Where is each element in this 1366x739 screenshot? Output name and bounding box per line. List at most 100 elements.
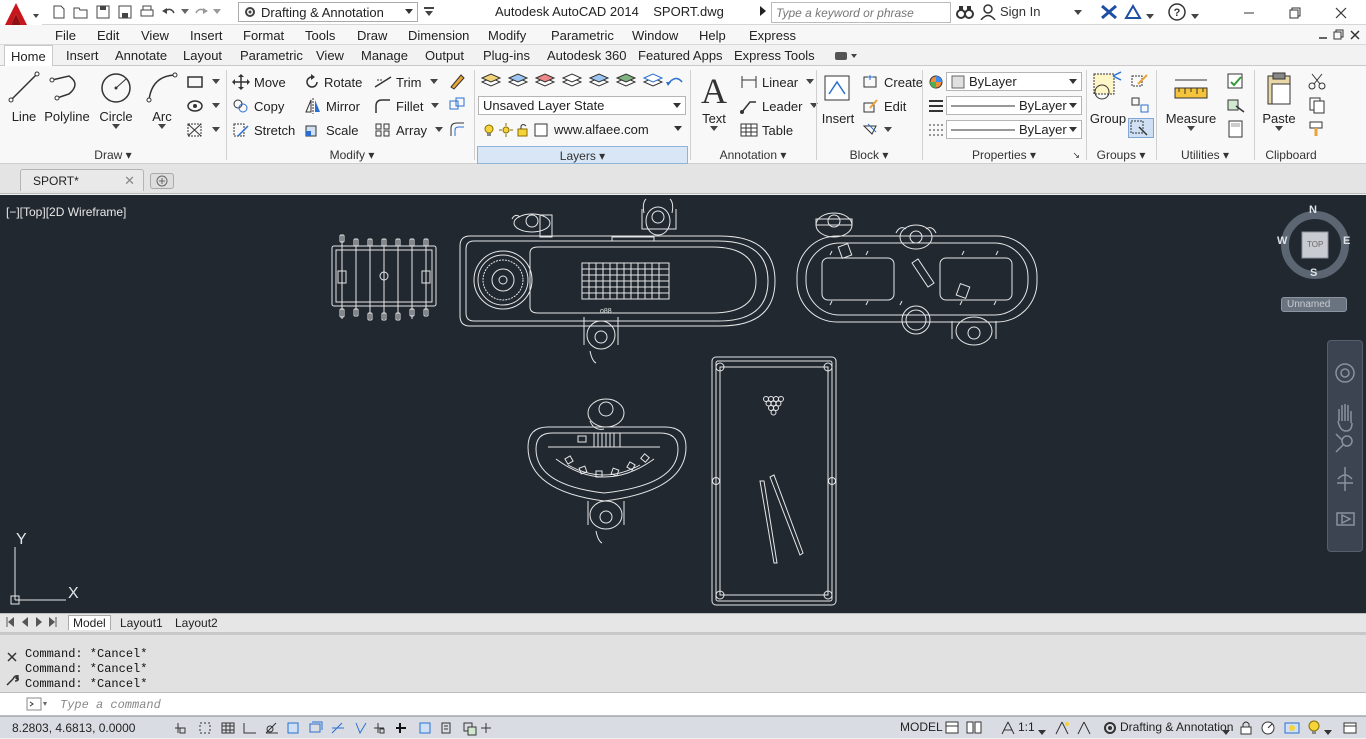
isolate-objects-icon[interactable]	[1284, 720, 1300, 735]
exchange-x-icon[interactable]	[1100, 4, 1118, 23]
offset-button[interactable]	[448, 120, 470, 138]
layout-tab-layout1[interactable]: Layout1	[120, 616, 163, 630]
menu-file[interactable]: File	[55, 28, 76, 43]
properties-panel-title[interactable]: Properties ▾ ↘	[924, 146, 1084, 164]
search-expand-icon[interactable]	[759, 5, 767, 20]
layer-off-icon[interactable]	[534, 72, 560, 90]
autodesk-360-icon[interactable]	[1124, 4, 1142, 23]
compass-north[interactable]: N	[1309, 204, 1317, 216]
roulette-table[interactable]: o88	[459, 198, 776, 364]
ribbon-toggle-icon[interactable]	[834, 50, 858, 65]
menu-insert[interactable]: Insert	[190, 28, 223, 43]
clipboard-panel-title[interactable]: Clipboard	[1256, 146, 1326, 164]
lock-ui-icon[interactable]	[1238, 720, 1254, 735]
save-as-icon[interactable]	[114, 3, 136, 21]
menu-edit[interactable]: Edit	[97, 28, 119, 43]
new-icon[interactable]	[48, 3, 70, 21]
workspace-chevron-icon[interactable]	[1222, 725, 1230, 739]
quick-select-icon[interactable]	[1226, 72, 1250, 90]
trim-dropdown-icon[interactable]	[429, 79, 438, 85]
model-space-toggle[interactable]: MODEL	[900, 720, 943, 734]
menu-modify[interactable]: Modify	[488, 28, 526, 43]
circle-button[interactable]: Circle	[96, 70, 136, 130]
compass-south[interactable]: S	[1310, 267, 1317, 279]
command-input[interactable]: Type a command	[0, 692, 1366, 716]
block-panel-title[interactable]: Block ▾	[818, 146, 920, 164]
menu-help[interactable]: Help	[699, 28, 726, 43]
tab-express-tools[interactable]: Express Tools	[734, 48, 815, 63]
annotation-panel-title[interactable]: Annotation ▾	[692, 146, 814, 164]
explode-button[interactable]	[448, 96, 470, 114]
group-button[interactable]: Group	[1089, 70, 1127, 126]
fillet-button[interactable]: Fillet	[374, 98, 443, 114]
circle-dropdown-icon[interactable]	[112, 124, 120, 130]
layer-match-icon[interactable]	[615, 72, 641, 90]
stretch-button[interactable]: Stretch	[232, 122, 295, 138]
menu-tools[interactable]: Tools	[305, 28, 335, 43]
clean-screen-icon[interactable]	[1342, 720, 1358, 735]
hardware-acceleration-icon[interactable]	[1260, 720, 1276, 735]
new-tab-button[interactable]	[150, 173, 174, 189]
print-icon[interactable]	[136, 3, 158, 21]
craps-table[interactable]	[796, 212, 1038, 346]
rotate-button[interactable]: Rotate	[304, 74, 362, 90]
quick-view-drawings-icon[interactable]	[966, 720, 982, 735]
copy-button[interactable]: Copy	[232, 98, 284, 114]
tab-annotate[interactable]: Annotate	[115, 48, 167, 63]
doc-minimize-icon[interactable]	[1318, 29, 1328, 43]
create-block-button[interactable]: Create	[862, 74, 923, 90]
workspace-switching-dropdown[interactable]: Drafting & Annotation	[1120, 720, 1233, 734]
paste-button[interactable]: Paste	[1258, 70, 1300, 132]
insert-block-button[interactable]: Insert	[820, 70, 856, 126]
foosball-table[interactable]	[331, 234, 437, 321]
compass-west[interactable]: W	[1277, 235, 1287, 247]
last-layout-icon[interactable]	[48, 616, 58, 631]
leader-dropdown-icon[interactable]	[810, 103, 819, 109]
sign-in-button[interactable]: Sign In	[1000, 4, 1040, 19]
tab-view[interactable]: View	[316, 48, 344, 63]
hatch-dropdown-icon[interactable]	[212, 103, 220, 109]
arc-dropdown-icon[interactable]	[158, 124, 166, 130]
sign-in-dropdown-icon[interactable]	[1074, 5, 1082, 19]
undo-icon[interactable]	[158, 3, 180, 21]
layout-tab-model[interactable]: Model	[68, 615, 111, 630]
annotation-scale-dropdown[interactable]: 1:1	[1018, 720, 1035, 734]
restore-icon[interactable]	[1272, 0, 1318, 25]
coordinate-readout[interactable]: 8.2803, 4.6813, 0.0000	[12, 721, 135, 735]
layer-lock-icon[interactable]	[588, 72, 614, 90]
erase-button[interactable]	[448, 72, 470, 90]
cut-icon[interactable]	[1308, 72, 1330, 90]
doc-close-icon[interactable]	[1350, 29, 1360, 43]
workspace-dropdown[interactable]: Drafting & Annotation	[238, 2, 418, 22]
close-command-line-icon[interactable]	[6, 651, 18, 666]
save-icon[interactable]	[92, 3, 114, 21]
viewcube-top-face[interactable]: TOP	[1307, 240, 1323, 249]
minimize-icon[interactable]	[1226, 0, 1272, 25]
attribute-button[interactable]	[862, 122, 896, 138]
arc-button[interactable]: Arc	[142, 70, 182, 130]
document-tab-sport[interactable]: SPORT* ✕	[20, 169, 144, 191]
attribute-dropdown-icon[interactable]	[884, 127, 892, 133]
utilities-panel-title[interactable]: Utilities ▾	[1158, 146, 1252, 164]
tab-featured-apps[interactable]: Featured Apps	[638, 48, 723, 63]
tab-layout[interactable]: Layout	[183, 48, 222, 63]
auto-scale-icon[interactable]	[1076, 720, 1092, 735]
move-button[interactable]: Move	[232, 74, 286, 90]
layout-tab-layout2[interactable]: Layout2	[175, 616, 218, 630]
tab-output[interactable]: Output	[425, 48, 464, 63]
redo-icon[interactable]	[190, 3, 212, 21]
compass-east[interactable]: E	[1343, 235, 1350, 247]
command-settings-icon[interactable]	[5, 673, 20, 690]
leader-button[interactable]: Leader	[740, 98, 822, 114]
menu-express[interactable]: Express	[749, 28, 796, 43]
linear-dropdown-icon[interactable]	[806, 79, 815, 85]
360-dropdown-icon[interactable]	[1146, 9, 1154, 23]
customize-qa-icon[interactable]	[418, 3, 440, 21]
viewcube[interactable]: N S E W TOP	[1277, 204, 1350, 279]
pool-table[interactable]	[711, 356, 837, 606]
search-input[interactable]: Type a keyword or phrase	[771, 2, 951, 23]
annotation-visibility-icon[interactable]	[1054, 720, 1070, 735]
undo-dropdown-icon[interactable]	[180, 3, 190, 21]
menu-window[interactable]: Window	[632, 28, 678, 43]
doc-restore-icon[interactable]	[1333, 29, 1345, 44]
